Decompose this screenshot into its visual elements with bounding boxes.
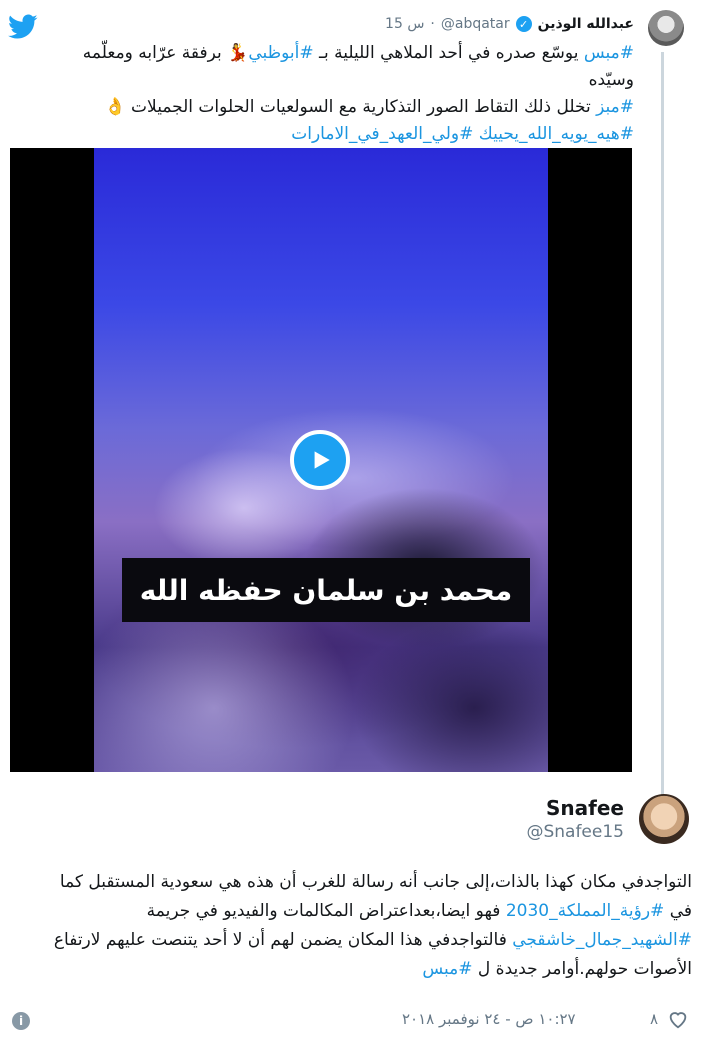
- play-button[interactable]: [290, 430, 350, 490]
- twitter-logo-icon: [7, 14, 38, 40]
- tweet-line: #هيه_يويه_الله_يحييك #ولي_العهد_في_الاما…: [34, 121, 634, 148]
- tweet-line: التواجدفي مكان كهذا بالذات،إلى جانب أنه …: [59, 872, 692, 892]
- hashtag-link[interactable]: #مبز: [596, 97, 634, 117]
- hashtag-link[interactable]: #أبوظبي: [248, 43, 313, 63]
- user-name[interactable]: Snafee: [546, 796, 624, 820]
- video-caption: محمد بن سلمان حفظه الله: [122, 558, 530, 622]
- video-player[interactable]: محمد بن سلمان حفظه الله: [10, 148, 632, 772]
- thread-connector: [661, 52, 664, 797]
- tweet-line: #مبز تخلل ذلك التقاط الصور التذكارية مع …: [34, 94, 634, 121]
- play-icon: [314, 451, 330, 469]
- user-handle[interactable]: @Snafee15: [526, 822, 624, 842]
- hashtag-link[interactable]: #رؤية_المملكة_2030: [506, 901, 664, 921]
- hashtag-link[interactable]: #مبس: [584, 43, 634, 63]
- ok-hand-emoji-icon: 👌: [104, 97, 126, 117]
- hashtag-link[interactable]: #هيه_يويه_الله_يحييك: [479, 124, 634, 144]
- tweet-line: الأصوات حولهم.أوامر جديدة ل #مبس: [422, 959, 692, 979]
- dancer-emoji-icon: 💃: [227, 43, 249, 63]
- info-icon[interactable]: i: [12, 1012, 30, 1030]
- heart-icon[interactable]: [667, 1008, 691, 1032]
- tweet-header: 15 س · @abqatar ✓ عبدالله الوذين: [385, 12, 634, 36]
- avatar[interactable]: [639, 794, 689, 844]
- avatar[interactable]: [648, 10, 684, 46]
- tweet-time[interactable]: 15 س: [385, 16, 424, 32]
- tweet-text: #مبس يوسّع صدره في أحد الملاهي الليلية ب…: [34, 40, 634, 148]
- tweet-timestamp[interactable]: ١٠:٢٧ ص - ٢٤ نوفمبر ٢٠١٨: [402, 1010, 576, 1028]
- tweet-line: #الشهيد_جمال_خاشقجي فالتواجدفي هذا المكا…: [53, 930, 692, 950]
- tweet-line: في #رؤية_المملكة_2030 فهو ايضا،بعداعتراض…: [146, 901, 692, 921]
- user-name[interactable]: عبدالله الوذين: [538, 16, 634, 32]
- verified-badge-icon: ✓: [515, 16, 532, 32]
- tweet-text: التواجدفي مكان كهذا بالذات،إلى جانب أنه …: [12, 868, 692, 984]
- like-count: ٨: [650, 1010, 659, 1028]
- hashtag-link[interactable]: #مبس: [422, 959, 472, 979]
- user-handle[interactable]: @abqatar: [441, 16, 510, 32]
- tweet-line: #مبس يوسّع صدره في أحد الملاهي الليلية ب…: [34, 40, 634, 94]
- separator: ·: [430, 16, 435, 32]
- hashtag-link[interactable]: #الشهيد_جمال_خاشقجي: [512, 930, 692, 950]
- hashtag-link[interactable]: #ولي_العهد_في_الامارات: [291, 124, 473, 144]
